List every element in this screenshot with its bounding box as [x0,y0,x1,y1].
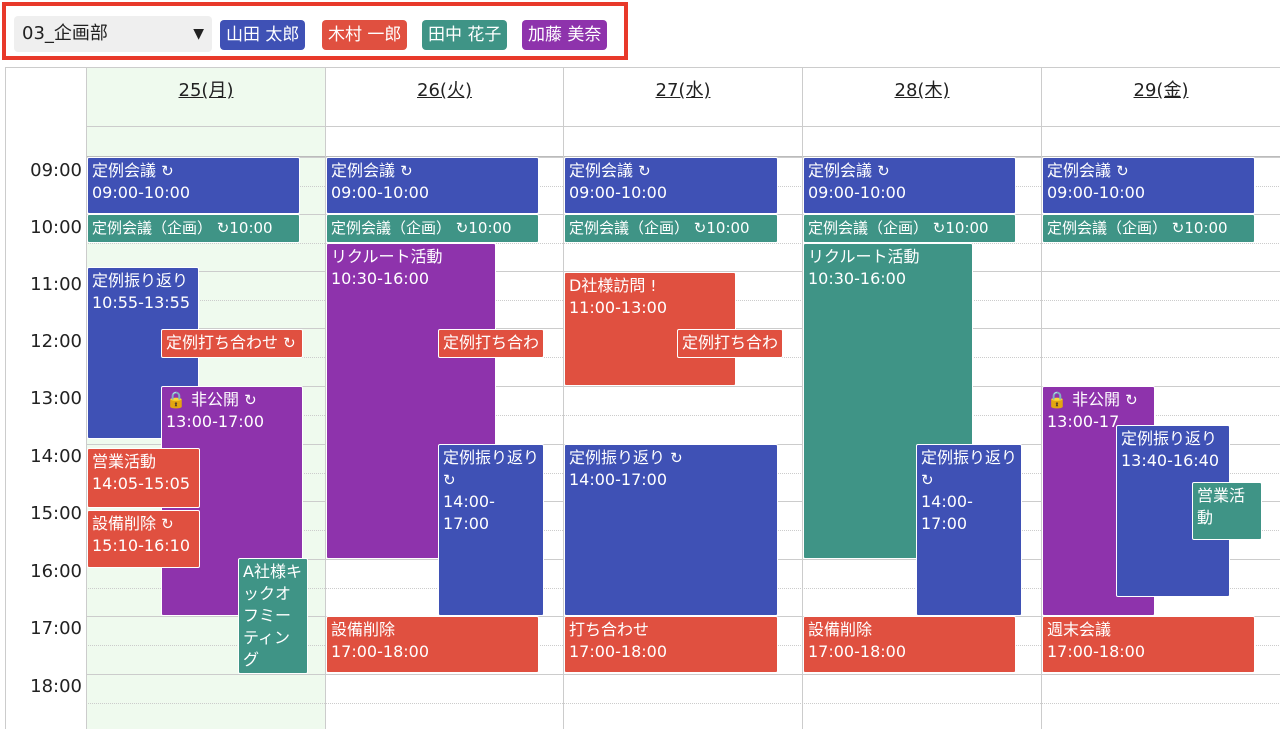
event-block[interactable]: 設備削除 17:00-18:00 [326,616,539,673]
week-calendar: 09:00 10:00 11:00 12:00 13:00 14:00 15:0… [5,67,1280,729]
all-day-row[interactable] [564,126,802,158]
time-label: 17:00 [30,618,82,639]
event-block[interactable]: 定例会議（企画） ↻10:00 [803,214,1016,243]
event-block[interactable]: 定例打ち合わ [438,329,544,358]
event-block[interactable]: 定例会議（企画） ↻10:00 [1042,214,1255,243]
event-block[interactable]: 定例会議（企画） ↻10:00 [87,214,300,243]
event-block[interactable]: 営業活動 [1192,482,1262,540]
lock-icon: 🔒 [166,390,186,409]
event-block[interactable]: 設備削除 17:00-18:00 [803,616,1016,673]
department-select[interactable]: 03_企画部 ▼ [14,16,212,52]
repeat-icon: ↻ [161,515,174,533]
repeat-icon: ↻ [400,162,413,180]
time-label: 10:00 [30,217,82,238]
repeat-icon: ↻ [1125,391,1138,409]
time-label: 13:00 [30,388,82,409]
time-label: 16:00 [30,561,82,582]
day-header[interactable]: 25(月) [87,76,325,102]
event-block[interactable]: 定例会議（企画） ↻10:00 [326,214,539,243]
event-block[interactable]: 定例会議 ↻ 09:00-10:00 [803,157,1016,214]
time-label: 11:00 [30,274,82,295]
time-label: 18:00 [30,676,82,697]
repeat-icon: ↻ [283,334,296,352]
day-header[interactable]: 27(水) [564,76,802,102]
day-header[interactable]: 29(金) [1042,76,1280,102]
all-day-row[interactable] [1042,126,1280,158]
member-chip-kato[interactable]: 加藤 美奈 [522,20,608,50]
repeat-icon: ↻ [1116,162,1129,180]
lock-icon: 🔒 [1047,390,1067,409]
time-label: 12:00 [30,331,82,352]
repeat-icon: ↻ [443,471,456,489]
repeat-icon: ↻ [638,162,651,180]
event-block[interactable]: 定例振り返り ↻ 14:00-17:00 [564,444,778,616]
chevron-down-icon: ▼ [193,26,204,42]
all-day-row[interactable] [87,126,325,158]
repeat-icon: ↻ [216,219,230,237]
event-block[interactable]: 定例打ち合わ [677,329,783,358]
event-block[interactable]: 営業活動 14:05-15:05 [87,448,200,508]
repeat-icon: ↻ [1171,219,1185,237]
member-chip-kimura[interactable]: 木村 一郎 [322,20,408,50]
member-chip-yamada[interactable]: 山田 太郎 [220,20,306,50]
all-day-row[interactable] [803,126,1041,158]
day-header[interactable]: 28(木) [803,76,1041,102]
repeat-icon: ↻ [455,219,469,237]
time-label: 09:00 [30,160,82,181]
day-header[interactable]: 26(火) [326,76,563,102]
repeat-icon: ↻ [670,449,683,467]
alert-icon: ! [650,277,657,295]
event-block[interactable]: 打ち合わせ 17:00-18:00 [564,616,778,673]
event-block[interactable]: A社様キックオフミーティング [238,558,308,674]
event-block[interactable]: 週末会議 17:00-18:00 [1042,616,1255,673]
event-block[interactable]: 定例打ち合わせ ↻ [161,329,303,358]
event-block[interactable]: 定例会議 ↻ 09:00-10:00 [87,157,300,214]
repeat-icon: ↻ [877,162,890,180]
repeat-icon: ↻ [921,471,934,489]
department-select-value: 03_企画部 [22,23,108,44]
event-block[interactable]: 定例会議 ↻ 09:00-10:00 [1042,157,1255,214]
all-day-row[interactable] [326,126,563,158]
event-block[interactable]: 定例会議（企画） ↻10:00 [564,214,778,243]
event-block[interactable]: 定例会議 ↻ 09:00-10:00 [564,157,778,214]
member-filter-bar: 03_企画部 ▼ 山田 太郎 木村 一郎 田中 花子 加藤 美奈 [2,2,628,60]
time-label: 14:00 [30,446,82,467]
event-block[interactable]: 設備削除 ↻ 15:10-16:10 [87,510,200,568]
event-block[interactable]: 定例会議 ↻ 09:00-10:00 [326,157,539,214]
event-block[interactable]: 定例振り返り ↻ 14:00-17:00 [916,444,1022,616]
repeat-icon: ↻ [932,219,946,237]
member-chip-tanaka[interactable]: 田中 花子 [422,20,508,50]
time-label: 15:00 [30,503,82,524]
repeat-icon: ↻ [693,219,707,237]
repeat-icon: ↻ [244,391,257,409]
repeat-icon: ↻ [161,162,174,180]
event-block[interactable]: 定例振り返り ↻ 14:00-17:00 [438,444,544,616]
